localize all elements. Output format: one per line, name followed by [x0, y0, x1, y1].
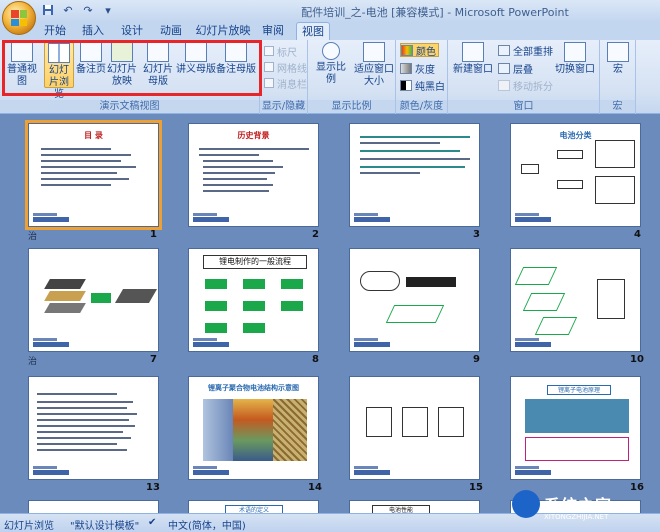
tab-review[interactable]: 审阅: [258, 22, 288, 40]
slide-thumbnail-6[interactable]: 锂电制作的一般流程: [188, 248, 319, 352]
checkbox-icon: [264, 46, 274, 56]
slide-thumbnail-1[interactable]: 目 录: [25, 120, 162, 230]
color-button[interactable]: 颜色: [400, 43, 439, 58]
slide-number: 2: [312, 229, 319, 240]
title-bar: ↶ ↷ ▾ 配件培训_之-电池 [兼容模式] - Microsoft Power…: [0, 0, 660, 35]
new-window-button[interactable]: 新建窗口: [452, 42, 494, 76]
watermark-url: XITONGZHIJIA.NET: [544, 513, 609, 521]
macro-group-label: 宏: [600, 100, 635, 113]
show-hide-group: 标尺 网格线 消息栏 显示/隐藏: [260, 40, 308, 114]
checkbox-icon: [264, 62, 274, 72]
cascade-button[interactable]: 层叠: [498, 61, 533, 76]
slide-number: 15: [469, 482, 483, 493]
cascade-icon: [498, 62, 510, 74]
slide-number: 9: [473, 354, 480, 365]
window-title: 配件培训_之-电池 [兼容模式] - Microsoft PowerPoint: [301, 6, 569, 19]
ribbon-tabs: 开始 插入 设计 动画 幻灯片放映 审阅 视图: [0, 22, 660, 40]
new-window-icon: [462, 42, 484, 62]
macro-icon: [607, 42, 629, 62]
slide-thumbnail-10[interactable]: [510, 248, 641, 352]
slide-thumbnail-2[interactable]: 历史背景: [188, 123, 319, 227]
spellcheck-icon[interactable]: ✔: [148, 517, 156, 528]
office-button[interactable]: [2, 1, 36, 35]
arrange-all-icon: [498, 44, 510, 56]
status-theme: "默认设计模板": [70, 521, 140, 532]
color-group-label: 颜色/灰度: [396, 100, 447, 113]
slide-thumbnail-18[interactable]: 术语的定义: [188, 500, 319, 513]
slide-number: 14: [308, 482, 322, 493]
slide-number: 10: [630, 354, 644, 365]
slide-number: 7: [150, 354, 157, 365]
tab-slideshow[interactable]: 幻灯片放映: [195, 22, 251, 40]
window-group-label: 窗口: [448, 100, 599, 113]
slide-thumbnail-16[interactable]: 锂离子电池原理: [510, 376, 641, 480]
slide-number: 8: [312, 354, 319, 365]
slide-number: 13: [146, 482, 160, 493]
slide-thumbnail-19[interactable]: 电池性能: [349, 500, 480, 513]
slide-thumbnail-12[interactable]: 锂离子聚合物电池结构示意图: [188, 376, 319, 480]
gridlines-checkbox[interactable]: 网格线: [264, 60, 307, 75]
grayscale-swatch-icon: [400, 62, 412, 74]
status-language: 中文(简体，中国): [168, 521, 246, 532]
slide-number: 3: [473, 229, 480, 240]
macro-group: 宏 宏: [600, 40, 636, 114]
slide-thumbnail-9[interactable]: [349, 248, 480, 352]
watermark-logo: 系统之家 XITONGZHIJIA.NET: [512, 484, 654, 528]
color-swatch-icon: [401, 44, 413, 56]
tab-animation[interactable]: 动画: [156, 22, 186, 40]
color-group: 颜色 灰度 纯黑白 颜色/灰度: [396, 40, 448, 114]
zoom-button[interactable]: 显示比例: [312, 42, 350, 86]
switch-window-button[interactable]: 切换窗口: [552, 42, 598, 76]
zoom-group: 显示比例 适应窗口大小 显示比例: [308, 40, 396, 114]
views-group-label: 演示文稿视图: [0, 100, 259, 113]
black-white-swatch-icon: [400, 79, 412, 91]
tab-home[interactable]: 开始: [40, 22, 70, 40]
slide-thumbnail-3[interactable]: [349, 123, 480, 227]
status-view: 幻灯片浏览: [4, 521, 54, 532]
zoom-group-label: 显示比例: [308, 100, 395, 113]
switch-window-icon: [564, 42, 586, 62]
move-split-icon: [498, 79, 510, 91]
slide-number: 1: [150, 229, 157, 240]
arrange-all-button[interactable]: 全部重排: [498, 43, 553, 58]
magnifier-icon: [322, 42, 340, 60]
black-white-button[interactable]: 纯黑白: [400, 78, 445, 93]
tab-insert[interactable]: 插入: [78, 22, 108, 40]
tab-view[interactable]: 视图: [296, 22, 330, 40]
fit-window-button[interactable]: 适应窗口大小: [354, 42, 394, 88]
slide-thumbnail-15[interactable]: [349, 376, 480, 480]
slide-sorter-area[interactable]: 目 录 1 治 历史背景 2 3 电池分类 4 7 治 锂电制作的一般流程 8 …: [0, 115, 660, 513]
macro-button[interactable]: 宏: [604, 42, 632, 76]
fit-window-icon: [363, 42, 385, 62]
tab-design[interactable]: 设计: [117, 22, 147, 40]
highlight-box: [2, 40, 262, 96]
window-group: 新建窗口 全部重排 层叠 移动拆分 切换窗口 窗口: [448, 40, 600, 114]
slide-thumbnail-4[interactable]: 电池分类: [510, 123, 641, 227]
slide-number: 4: [634, 229, 641, 240]
message-bar-checkbox[interactable]: 消息栏: [264, 76, 307, 91]
slide-note-marker: 治: [28, 232, 38, 242]
watermark-circle-icon: [512, 490, 540, 518]
ruler-checkbox[interactable]: 标尺: [264, 44, 297, 59]
office-logo-icon: [11, 10, 27, 26]
slide-thumbnail-5[interactable]: [28, 248, 159, 352]
slide-thumbnail-17[interactable]: [28, 500, 159, 513]
slide-thumbnail-11[interactable]: [28, 376, 159, 480]
slide-note-marker: 治: [28, 357, 38, 367]
move-split-button[interactable]: 移动拆分: [498, 78, 553, 93]
grayscale-button[interactable]: 灰度: [400, 61, 435, 76]
checkbox-icon: [264, 78, 274, 88]
show-hide-group-label: 显示/隐藏: [260, 100, 307, 113]
